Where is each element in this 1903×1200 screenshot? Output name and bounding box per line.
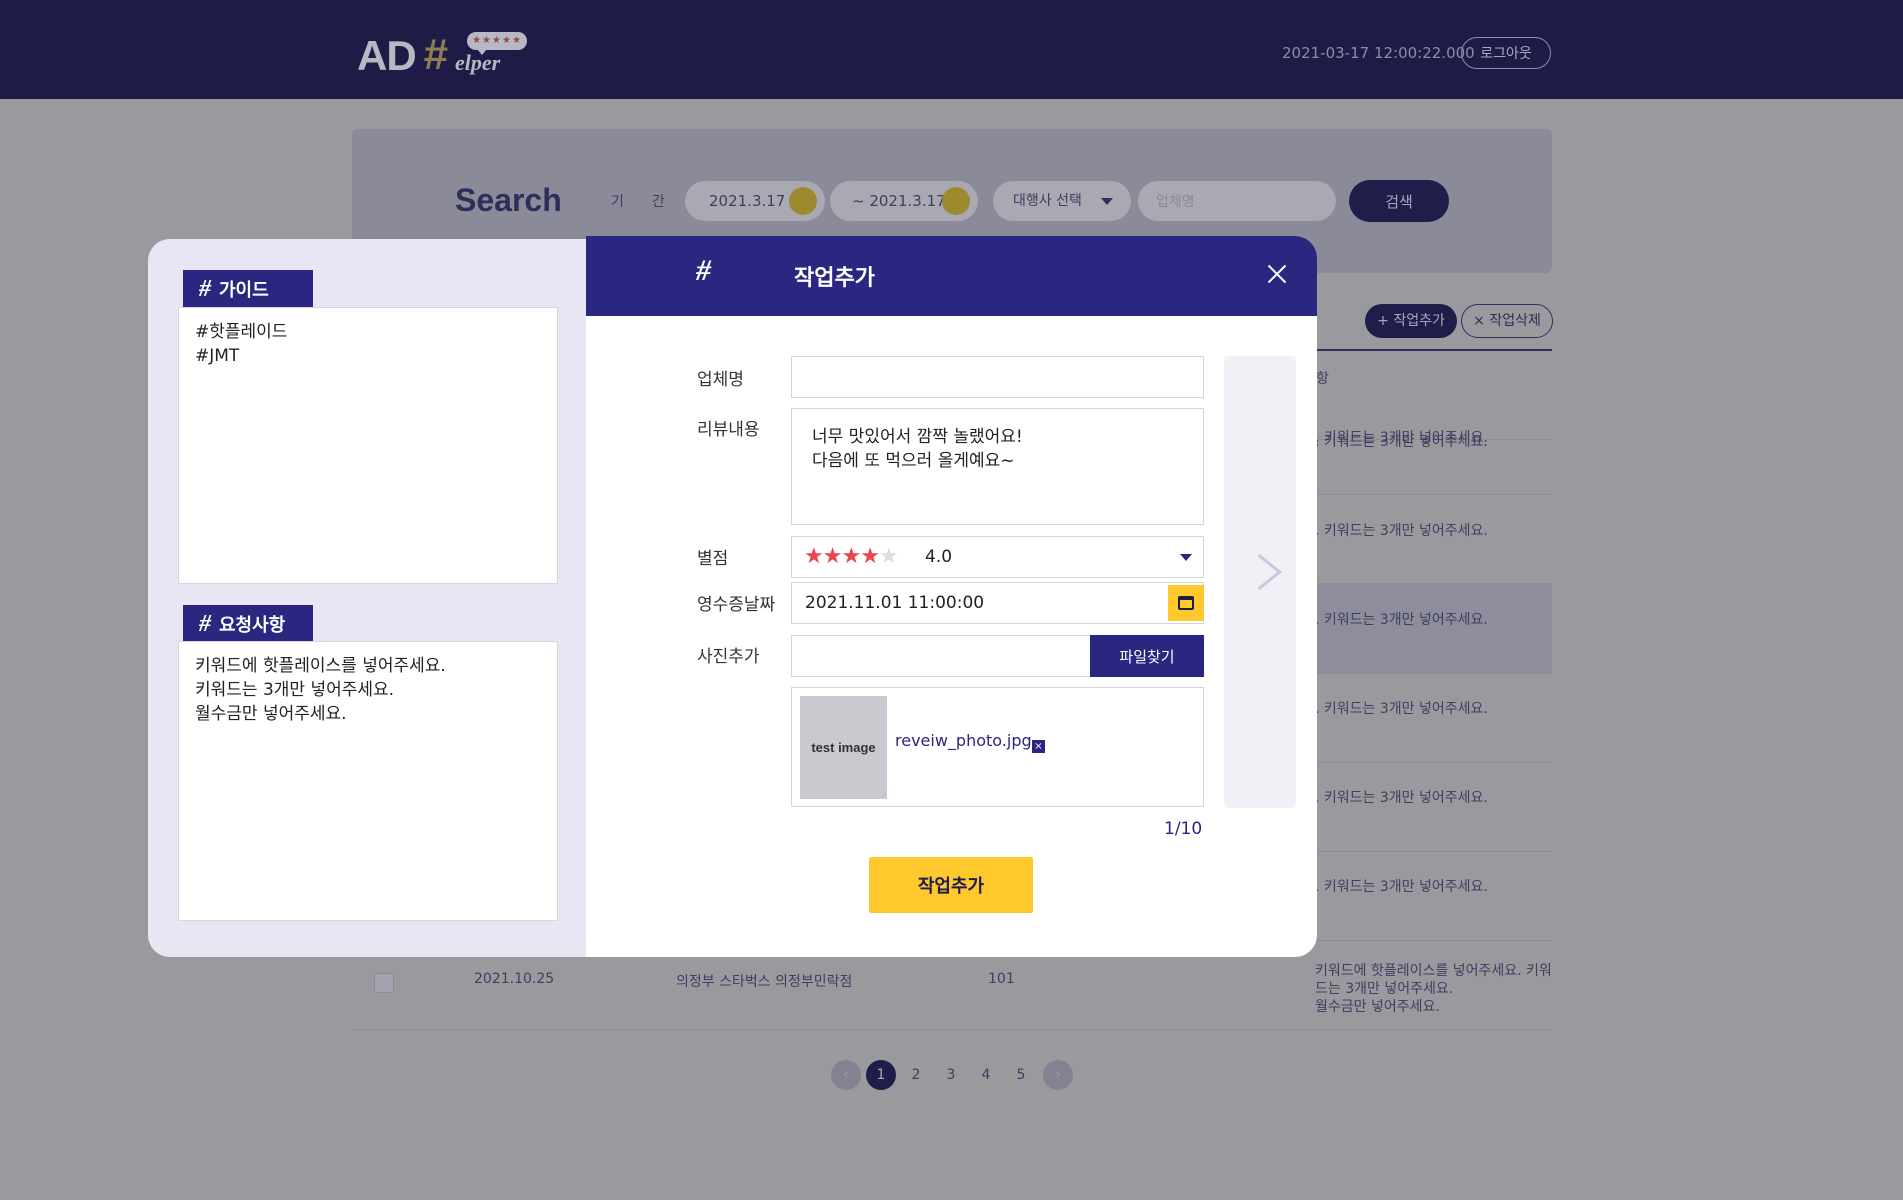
- row-request-text: . 키워드는 3개만 넣어주세요.: [1315, 434, 1488, 450]
- search-button[interactable]: 검색: [1349, 180, 1449, 222]
- calendar-icon[interactable]: [942, 187, 970, 215]
- row-request-text: . 키워드는 3개만 넣어주세요.: [1315, 879, 1488, 895]
- search-title: Search: [455, 182, 562, 218]
- row-store-name: 의정부 스타벅스 의정부민락점: [676, 974, 853, 990]
- photo-thumbnail: test image: [800, 696, 887, 799]
- guide-side-panel: # 가이드 #핫플레이드 #JMT # 요청사항 키워드에 핫플레이스를 넣어주세요…: [148, 239, 588, 957]
- star-icon[interactable]: ★: [823, 544, 843, 569]
- page-4-button[interactable]: 4: [971, 1060, 1001, 1090]
- file-path-input[interactable]: [791, 635, 1091, 677]
- star-icon[interactable]: ★: [804, 544, 824, 569]
- company-label: 업체명: [697, 370, 744, 390]
- photo-counter: 1/10: [1164, 819, 1203, 839]
- date-to-field[interactable]: ~ 2021.3.17: [830, 181, 978, 221]
- request-title: 요청사항: [219, 615, 286, 636]
- company-name-input[interactable]: [791, 356, 1204, 398]
- row-request-line: 월수금만 넣어주세요.: [1315, 999, 1440, 1015]
- guide-text: #핫플레이드 #JMT: [178, 307, 558, 584]
- guide-tag: # 가이드: [183, 270, 313, 308]
- rating-select[interactable]: ★★★★★ 4.0: [791, 536, 1204, 578]
- modal-header: # 작업추가: [586, 236, 1317, 316]
- star-rating[interactable]: ★★★★★: [804, 544, 899, 569]
- logo-ad-text: AD: [357, 32, 417, 79]
- page-2-button[interactable]: 2: [901, 1060, 931, 1090]
- request-tag: # 요청사항: [183, 605, 313, 643]
- chevron-down-icon: [1180, 554, 1192, 561]
- remove-photo-icon[interactable]: ×: [1032, 740, 1045, 753]
- app-logo[interactable]: AD # elper ★★★★★: [357, 28, 532, 80]
- calendar-icon[interactable]: [789, 187, 817, 215]
- row-request-line: 키워드에 핫플레이스를 넣어주세요. 키워드는 3개만 넣어주세요.: [1315, 963, 1552, 997]
- row-request-text: . 키워드는 3개만 넣어주세요.: [1315, 612, 1488, 628]
- calendar-button[interactable]: [1168, 585, 1204, 621]
- rating-label: 별점: [697, 549, 729, 569]
- submit-add-task-button[interactable]: 작업추가: [869, 857, 1033, 913]
- rating-value: 4.0: [925, 547, 953, 567]
- next-item-panel[interactable]: [1224, 356, 1296, 808]
- date-from-field[interactable]: 2021.3.17: [685, 181, 825, 221]
- logo-hash-mark: #: [423, 30, 448, 79]
- top-header: AD # elper ★★★★★ 2021-03-17 12:00:22.000…: [0, 0, 1903, 99]
- row-checkbox[interactable]: [374, 973, 394, 993]
- photo-label: 사진추가: [697, 647, 760, 667]
- star-icon[interactable]: ★: [860, 544, 880, 569]
- next-page-button[interactable]: ›: [1043, 1060, 1073, 1090]
- logout-button[interactable]: 로그아웃: [1461, 37, 1551, 69]
- calendar-icon: [1178, 596, 1194, 610]
- request-text: 키워드에 핫플레이스를 넣어주세요. 키워드는 3개만 넣어주세요. 월수금만 …: [178, 641, 558, 921]
- row-request-text: 키워드에 핫플레이스를 넣어주세요. 키워드는 3개만 넣어주세요. 월수금만 …: [1315, 962, 1552, 1016]
- photo-filename: reveiw_photo.jpg: [895, 731, 1032, 750]
- hash-icon: #: [199, 611, 211, 637]
- current-datetime: 2021-03-17 12:00:22.000: [1282, 44, 1475, 62]
- date-from-value: 2021.3.17: [709, 192, 786, 210]
- receipt-date-field[interactable]: 2021.11.01 11:00:00: [791, 582, 1204, 624]
- star-icon[interactable]: ★: [841, 544, 861, 569]
- row-request-text: . 키워드는 3개만 넣어주세요.: [1315, 790, 1488, 806]
- row-date: 2021.10.25: [474, 971, 555, 987]
- chevron-right-icon[interactable]: [1238, 554, 1282, 590]
- chevron-down-icon: [1101, 198, 1113, 205]
- prev-page-button[interactable]: ‹: [831, 1060, 861, 1090]
- hash-icon: #: [199, 276, 211, 302]
- star-empty-icon[interactable]: ★: [879, 544, 899, 569]
- row-request-text: . 키워드는 3개만 넣어주세요.: [1315, 701, 1488, 717]
- row-divider: [1315, 494, 1552, 495]
- date-to-value: ~ 2021.3.17: [852, 192, 946, 210]
- agency-select-value: 대행사 선택: [1013, 193, 1082, 209]
- photo-list: test image reveiw_photo.jpg ×: [791, 687, 1204, 807]
- row-request-text: . 키워드는 3개만 넣어주세요.: [1315, 523, 1488, 539]
- close-icon[interactable]: [1262, 260, 1292, 290]
- review-textarea[interactable]: 너무 맛있어서 깜짝 놀랬어요! 다음에 또 먹으러 올게예요~: [791, 408, 1204, 525]
- period-label: 기간: [611, 194, 693, 210]
- modal-title: 작업추가: [794, 266, 875, 291]
- receipt-date-value: 2021.11.01 11:00:00: [805, 593, 985, 613]
- receipt-date-label: 영수증날짜: [697, 595, 776, 615]
- agency-select[interactable]: 대행사 선택: [993, 181, 1131, 221]
- add-task-button[interactable]: + 작업추가: [1365, 304, 1457, 338]
- review-label: 리뷰내용: [697, 420, 760, 440]
- guide-title: 가이드: [219, 280, 269, 301]
- browse-file-button[interactable]: 파일찾기: [1090, 635, 1204, 677]
- delete-task-button[interactable]: × 작업삭제: [1461, 304, 1553, 338]
- logo-stars-bubble: ★★★★★: [467, 32, 527, 55]
- page-5-button[interactable]: 5: [1006, 1060, 1036, 1090]
- company-search-input[interactable]: [1138, 181, 1336, 221]
- add-task-modal: # 작업추가 업체명 리뷰내용 너무 맛있어서 깜짝 놀랬어요! 다음에 또 먹…: [586, 236, 1317, 957]
- row-divider: [1315, 851, 1552, 852]
- page-1-button[interactable]: 1: [866, 1060, 896, 1090]
- row-divider: [1315, 762, 1552, 763]
- row-number: 101: [988, 971, 1015, 987]
- page-3-button[interactable]: 3: [936, 1060, 966, 1090]
- hash-icon: #: [696, 254, 711, 287]
